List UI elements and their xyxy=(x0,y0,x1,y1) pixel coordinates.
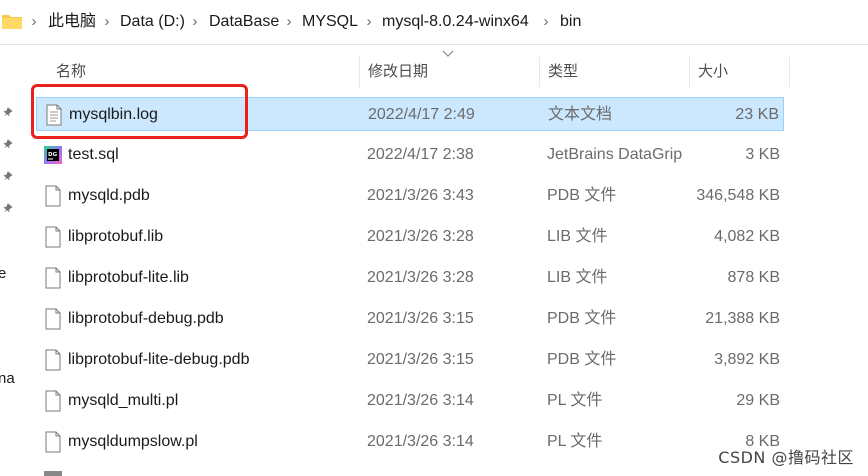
file-date-modified: 2022/4/17 2:49 xyxy=(368,106,475,123)
breadcrumb-this-pc[interactable]: 此电脑 xyxy=(48,12,96,32)
file-row[interactable]: mysqld.pdb 2021/3/26 3:43 PDB 文件 346,548 KB xyxy=(36,179,784,213)
file-type: LIB 文件 xyxy=(547,269,608,286)
breadcrumb-bin[interactable]: bin xyxy=(560,12,581,32)
file-row[interactable]: DG test.sql 2022/4/17 2:38 JetBrains DataGr… xyxy=(36,138,784,172)
file-type: PL 文件 xyxy=(547,392,603,409)
column-date-modified[interactable]: 修改日期 xyxy=(360,57,540,87)
breadcrumb-database[interactable]: DataBase xyxy=(209,12,279,32)
scrollbar-thumb[interactable] xyxy=(44,471,62,476)
file-row[interactable]: libprotobuf.lib 2021/3/26 3:28 LIB 文件 4,082… xyxy=(36,220,784,254)
file-row[interactable]: mysqldumpslow.pl 2021/3/26 3:14 PL 文件 8 KB xyxy=(36,425,784,459)
file-size: 29 KB xyxy=(736,392,780,409)
file-date-modified: 2022/4/17 2:38 xyxy=(367,146,474,163)
folder-icon xyxy=(2,15,22,29)
file-icon xyxy=(43,226,63,248)
file-type: PDB 文件 xyxy=(547,351,617,368)
file-name: mysqld_multi.pl xyxy=(68,392,179,409)
file-size: 21,388 KB xyxy=(705,310,780,327)
file-type: LIB 文件 xyxy=(547,228,608,245)
navigation-pane[interactable]: e na xyxy=(0,45,20,476)
file-type: PL 文件 xyxy=(547,433,603,450)
file-name: mysqld.pdb xyxy=(68,187,150,204)
file-icon xyxy=(43,185,63,207)
column-name[interactable]: 名称 xyxy=(48,57,360,87)
file-icon xyxy=(43,431,63,453)
file-date-modified: 2021/3/26 3:14 xyxy=(367,392,474,409)
file-size: 4,082 KB xyxy=(714,228,780,245)
column-divider[interactable] xyxy=(789,57,790,87)
file-date-modified: 2021/3/26 3:15 xyxy=(367,310,474,327)
datagrip-icon: DG xyxy=(43,144,63,166)
chevron-right-icon[interactable]: › xyxy=(540,13,552,31)
file-icon xyxy=(43,308,63,330)
chevron-right-icon[interactable]: › xyxy=(189,13,201,31)
file-name: libprotobuf-lite.lib xyxy=(68,269,189,286)
chevron-right-icon[interactable]: › xyxy=(363,13,375,31)
file-date-modified: 2021/3/26 3:15 xyxy=(367,351,474,368)
breadcrumb-drive[interactable]: Data (D:) xyxy=(120,12,185,32)
pin-icon[interactable] xyxy=(1,139,13,151)
pin-icon[interactable] xyxy=(1,107,13,119)
file-size: 3,892 KB xyxy=(714,351,780,368)
file-size: 346,548 KB xyxy=(696,187,780,204)
file-date-modified: 2021/3/26 3:28 xyxy=(367,228,474,245)
watermark: CSDN @撸码社区 xyxy=(718,448,854,467)
pin-icon[interactable] xyxy=(1,171,13,183)
nav-item-fragment[interactable]: na xyxy=(0,370,15,387)
file-date-modified: 2021/3/26 3:28 xyxy=(367,269,474,286)
file-name: libprotobuf-lite-debug.pdb xyxy=(68,351,250,368)
column-type[interactable]: 类型 xyxy=(540,57,690,87)
file-type: PDB 文件 xyxy=(547,187,617,204)
file-row[interactable]: libprotobuf-lite.lib 2021/3/26 3:28 LIB 文件… xyxy=(36,261,784,295)
column-size[interactable]: 大小 xyxy=(690,57,790,87)
file-icon xyxy=(43,349,63,371)
file-icon xyxy=(43,390,63,412)
svg-text:DG: DG xyxy=(48,152,58,158)
file-name: test.sql xyxy=(68,146,119,163)
file-type: PDB 文件 xyxy=(547,310,617,327)
chevron-right-icon[interactable]: › xyxy=(283,13,295,31)
file-type: JetBrains DataGrip xyxy=(547,146,683,163)
file-type: 文本文档 xyxy=(548,106,613,123)
breadcrumb-mysql[interactable]: MYSQL xyxy=(302,12,358,32)
file-name: mysqldumpslow.pl xyxy=(68,433,198,450)
red-highlight-annotation xyxy=(31,84,248,139)
file-row[interactable]: libprotobuf-lite-debug.pdb 2021/3/26 3:15… xyxy=(36,343,784,377)
file-name: libprotobuf.lib xyxy=(68,228,164,245)
file-date-modified: 2021/3/26 3:43 xyxy=(367,187,474,204)
file-size: 3 KB xyxy=(745,146,780,163)
file-row[interactable]: mysqld_multi.pl 2021/3/26 3:14 PL 文件 29 KB xyxy=(36,384,784,418)
file-size: 23 KB xyxy=(735,106,779,123)
file-date-modified: 2021/3/26 3:14 xyxy=(367,433,474,450)
chevron-right-icon[interactable]: › xyxy=(28,13,40,31)
address-bar[interactable]: › 此电脑 › Data (D:) › DataBase › MYSQL › m… xyxy=(0,0,868,45)
pin-icon[interactable] xyxy=(1,203,13,215)
nav-item-fragment[interactable]: e xyxy=(0,265,6,282)
chevron-right-icon[interactable]: › xyxy=(101,13,113,31)
breadcrumb-mysql-folder[interactable]: mysql-8.0.24-winx64 xyxy=(382,12,529,32)
file-icon xyxy=(43,267,63,289)
file-name: libprotobuf-debug.pdb xyxy=(68,310,224,327)
sort-chevron-down-icon xyxy=(442,50,454,57)
file-size: 878 KB xyxy=(727,269,780,286)
file-row[interactable]: libprotobuf-debug.pdb 2021/3/26 3:15 PDB 文… xyxy=(36,302,784,336)
